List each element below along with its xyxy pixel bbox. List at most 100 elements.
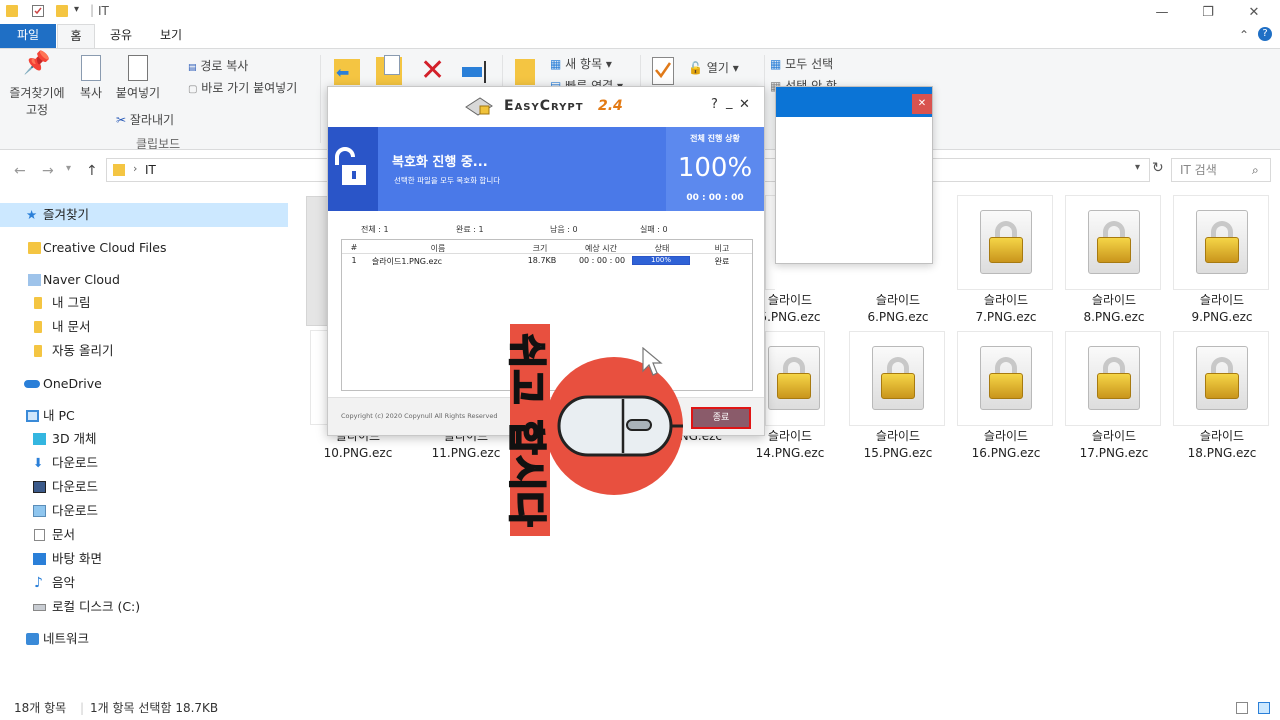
sidebar-item-network[interactable]: 네트워크	[0, 627, 288, 651]
file-tile[interactable]	[310, 330, 328, 425]
stat-remain: 남음 : 0	[550, 225, 578, 234]
recent-locations-button[interactable]: ▾	[66, 163, 71, 174]
breadcrumb-chevron-icon[interactable]: ›	[133, 162, 137, 175]
sidebar-item-music[interactable]: ♪ 음악	[0, 571, 288, 595]
column-header[interactable]: 비고	[694, 243, 750, 254]
document-icon	[34, 529, 45, 541]
select-all-button[interactable]: ▦ 모두 선택	[770, 55, 833, 72]
sidebar-item-downloads[interactable]: ⬇ 다운로드	[0, 451, 288, 475]
file-tile[interactable]	[957, 195, 1053, 290]
file-tile[interactable]	[765, 195, 775, 290]
file-name[interactable]: 슬라이드 17.PNG.ezc	[1059, 428, 1169, 462]
sidebar-item-documents[interactable]: 문서	[0, 523, 288, 547]
desktop-icon	[33, 553, 46, 565]
copy-path-button[interactable]: ▤ 경로 복사	[188, 57, 248, 74]
delete-icon[interactable]: ✕	[420, 55, 445, 87]
sidebar-item-local-disk[interactable]: 로컬 디스크 (C:)	[0, 595, 288, 619]
properties-button[interactable]	[652, 57, 674, 85]
refresh-icon[interactable]: ↻	[1152, 160, 1164, 176]
search-input[interactable]: IT 검색 ⌕	[1171, 158, 1271, 182]
sidebar-item-desktop[interactable]: 바탕 화면	[0, 547, 288, 571]
file-tile[interactable]	[1065, 331, 1161, 426]
paste-label: 붙여넣기	[115, 86, 161, 100]
minimize-button[interactable]: —	[1139, 0, 1185, 24]
file-name[interactable]: 슬라이드 7.PNG.ezc	[951, 292, 1061, 326]
file-name[interactable]: 슬라이드 6.PNG.ezc	[843, 292, 953, 326]
cut-button[interactable]: ✂ 잘라내기	[116, 111, 174, 128]
rename-icon[interactable]	[462, 61, 490, 83]
progress-title: 복호화 진행 중...	[392, 155, 488, 170]
column-header[interactable]: 크기	[512, 243, 568, 254]
copy-to-icon[interactable]	[376, 55, 402, 85]
download-icon: ⬇	[33, 455, 44, 470]
sidebar-item-my-documents[interactable]: 내 문서	[0, 315, 288, 339]
tab-file[interactable]: 파일	[0, 24, 56, 48]
file-name[interactable]: 슬라이드 18.PNG.ezc	[1167, 428, 1277, 462]
selection-info: 1개 항목 선택함 18.7KB	[90, 701, 219, 715]
sidebar-item-naver-cloud[interactable]: Naver Cloud	[0, 268, 288, 292]
sidebar-item-quick-access[interactable]: ★ 즐겨찾기	[0, 203, 288, 227]
quick-access-dropdown-icon[interactable]: ▾	[74, 4, 79, 15]
sidebar-item-pictures[interactable]: 다운로드	[0, 499, 288, 523]
column-header[interactable]: #	[344, 243, 364, 252]
column-header[interactable]: 예상 시간	[572, 243, 630, 254]
ribbon-collapse-icon[interactable]: ⌃	[1239, 28, 1249, 42]
new-item-button[interactable]: ▦ 새 항목 ▾	[550, 55, 612, 72]
file-tile[interactable]	[765, 331, 825, 426]
properties-icon[interactable]	[32, 5, 44, 17]
progress-subtitle: 선택한 파일을 모두 복호화 합니다	[394, 176, 501, 185]
breadcrumb-current[interactable]: IT	[145, 163, 156, 177]
unlock-icon-box	[328, 127, 378, 211]
paste-button[interactable]: 붙여넣기	[110, 55, 166, 102]
blank-dialog-close-button[interactable]: ✕	[912, 94, 932, 114]
open-button[interactable]: 🔓 열기 ▾	[688, 59, 739, 76]
file-tile[interactable]	[1173, 331, 1269, 426]
column-header[interactable]: 상태	[632, 243, 692, 254]
move-to-icon[interactable]: ⬅	[334, 59, 360, 85]
new-folder-icon[interactable]	[56, 5, 68, 17]
column-header[interactable]: 이름	[368, 243, 508, 254]
pin-label-2: 고정	[25, 103, 49, 117]
sidebar-item-auto-upload[interactable]: 자동 올리기	[0, 339, 288, 363]
sidebar-item-this-pc[interactable]: 내 PC	[0, 404, 288, 428]
file-name[interactable]: 슬라이드 9.PNG.ezc	[1167, 292, 1277, 326]
tab-view[interactable]: 보기	[148, 24, 194, 48]
picture-icon	[33, 505, 46, 517]
sidebar-item-onedrive[interactable]: OneDrive	[0, 372, 288, 396]
file-tile[interactable]	[1065, 195, 1161, 290]
easycrypt-help-button[interactable]: ?	[711, 97, 718, 112]
pin-quick-access-button[interactable]: 📌 즐겨찾기에 고정	[4, 53, 70, 119]
up-button[interactable]: ↑	[86, 163, 98, 179]
copy-label: 복사	[79, 86, 103, 100]
copy-button[interactable]: 복사	[74, 55, 108, 102]
help-icon[interactable]: ?	[1258, 27, 1272, 41]
back-button[interactable]: ←	[14, 163, 26, 179]
paste-shortcut-label: 바로 가기 붙여넣기	[201, 81, 298, 95]
sidebar-item-creative-cloud[interactable]: Creative Cloud Files	[0, 236, 288, 260]
sidebar-item-my-pictures[interactable]: 내 그림	[0, 291, 288, 315]
forward-button[interactable]: →	[42, 163, 54, 179]
copy-path-label: 경로 복사	[200, 59, 249, 73]
file-progress-text: 100%	[650, 256, 671, 264]
paste-shortcut-button[interactable]: ▢ 바로 가기 붙여넣기	[188, 79, 297, 96]
easycrypt-minimize-button[interactable]: _	[726, 95, 733, 110]
restore-button[interactable]: ❐	[1185, 0, 1231, 24]
tab-share[interactable]: 공유	[98, 24, 144, 48]
close-button[interactable]: ✕	[1231, 0, 1277, 24]
sidebar-item-3d-objects[interactable]: 3D 개체	[0, 427, 288, 451]
file-tile[interactable]	[849, 331, 945, 426]
address-dropdown-icon[interactable]: ▾	[1135, 162, 1140, 173]
details-view-icon[interactable]	[1236, 702, 1248, 714]
file-tile[interactable]	[957, 331, 1053, 426]
new-folder-button[interactable]	[515, 59, 535, 85]
file-name[interactable]: 슬라이드 15.PNG.ezc	[843, 428, 953, 462]
large-icons-view-icon[interactable]	[1258, 702, 1270, 714]
file-tile[interactable]	[1173, 195, 1269, 290]
easycrypt-version: 2.4	[598, 98, 623, 114]
file-name[interactable]: 슬라이드 8.PNG.ezc	[1059, 292, 1169, 326]
sidebar-item-videos[interactable]: 다운로드	[0, 475, 288, 499]
finish-button[interactable]: 종료	[691, 407, 751, 429]
file-name[interactable]: 슬라이드 16.PNG.ezc	[951, 428, 1061, 462]
easycrypt-close-button[interactable]: ✕	[739, 97, 750, 112]
tab-home[interactable]: 홈	[57, 24, 95, 48]
